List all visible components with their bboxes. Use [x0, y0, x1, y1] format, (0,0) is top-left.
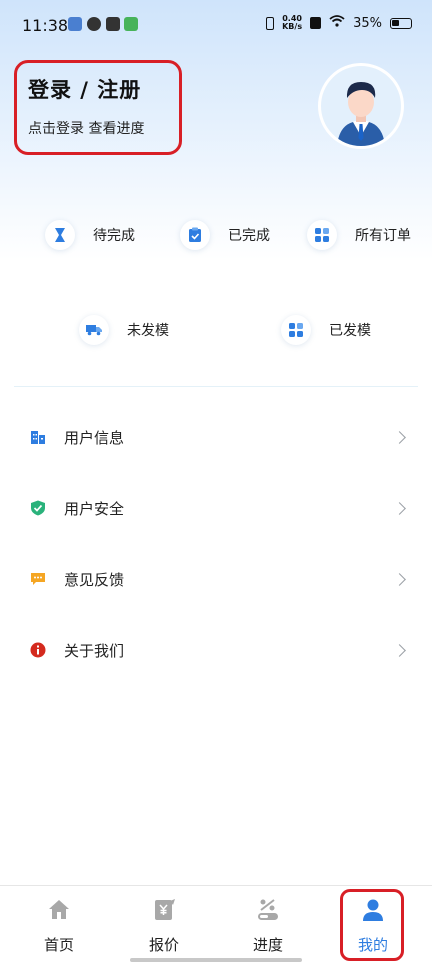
- user-avatar-icon: [337, 82, 385, 146]
- notification-icon: [124, 17, 138, 31]
- grid-icon: [281, 315, 311, 345]
- highlight-box-mine-tab: [340, 889, 404, 961]
- order-pending[interactable]: 待完成: [45, 220, 135, 250]
- hourglass-icon: [45, 220, 75, 250]
- menu-item-feedback[interactable]: 意见反馈: [0, 549, 432, 609]
- divider: [14, 386, 418, 387]
- battery-percent: 35%: [353, 15, 382, 31]
- chevron-right-icon: [393, 430, 406, 444]
- yen-document-icon: [152, 898, 176, 922]
- avatar[interactable]: [318, 63, 404, 149]
- grid-icon: [307, 220, 337, 250]
- tab-progress[interactable]: 进度: [228, 886, 308, 964]
- home-icon: [47, 898, 71, 922]
- menu-item-user-security[interactable]: 用户安全: [0, 478, 432, 538]
- order-unshipped[interactable]: 未发模: [79, 315, 169, 345]
- status-bar: 11:38 0.40 KB/s 35%: [0, 0, 432, 52]
- truck-icon: [79, 315, 109, 345]
- chat-bubble-icon: [30, 571, 46, 587]
- net-speed: 0.40 KB/s: [282, 14, 303, 31]
- highlight-box-login: [14, 60, 182, 155]
- wifi-icon: [329, 15, 345, 31]
- chevron-right-icon: [393, 643, 406, 657]
- clipboard-check-icon: [180, 220, 210, 250]
- sim-icon: [310, 17, 322, 29]
- tab-home[interactable]: 首页: [19, 886, 99, 964]
- chevron-right-icon: [393, 572, 406, 586]
- menu-item-about[interactable]: 关于我们: [0, 620, 432, 680]
- building-icon: [30, 429, 46, 445]
- order-shipped[interactable]: 已发模: [281, 315, 371, 345]
- notification-icon: [87, 17, 101, 31]
- battery-icon: [390, 17, 412, 29]
- status-time: 11:38: [22, 16, 69, 35]
- shield-check-icon: [30, 500, 46, 516]
- mail-icon: [106, 17, 120, 31]
- notification-icon: [68, 17, 82, 31]
- menu-item-user-info[interactable]: 用户信息: [0, 407, 432, 467]
- chevron-right-icon: [393, 501, 406, 515]
- vibrate-icon: [266, 16, 275, 30]
- order-all[interactable]: 所有订单: [307, 220, 411, 250]
- info-icon: [30, 642, 46, 658]
- tab-quote[interactable]: 报价: [124, 886, 204, 964]
- order-completed[interactable]: 已完成: [180, 220, 270, 250]
- progress-icon: [256, 898, 280, 922]
- home-indicator: [130, 958, 302, 962]
